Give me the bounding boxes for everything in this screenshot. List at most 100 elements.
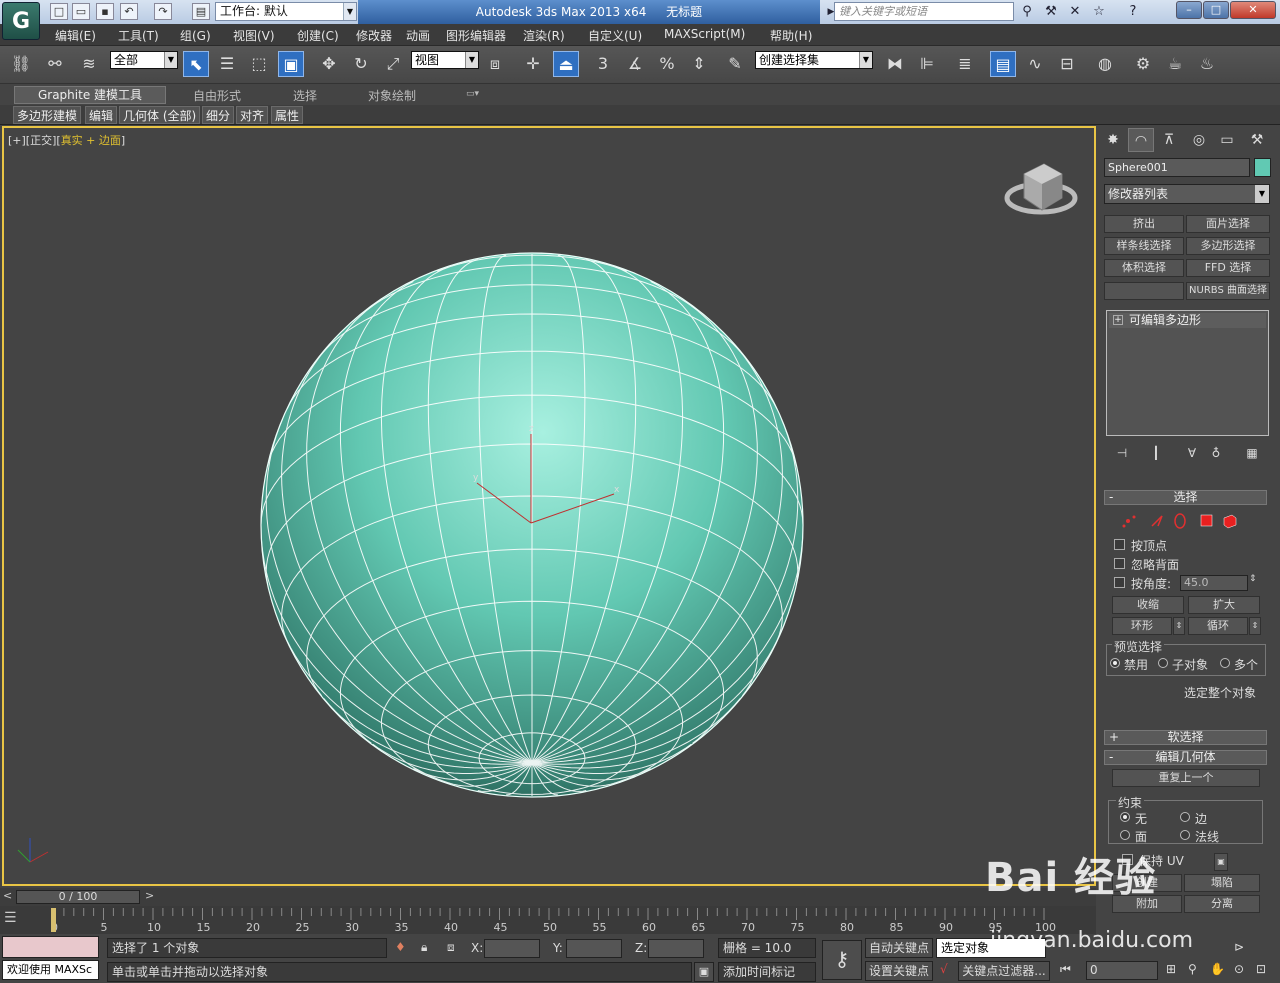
app-logo-button[interactable]: G <box>2 2 40 40</box>
select-by-name-icon[interactable]: ☰ <box>214 51 240 77</box>
angle-snap-icon[interactable]: ∡ <box>622 51 648 77</box>
patch-select-button[interactable]: 面片选择 <box>1186 215 1270 233</box>
menu-group[interactable]: 组(G) <box>180 27 211 44</box>
select-manipulate-icon[interactable]: ✛ <box>520 51 546 77</box>
by-vertex-checkbox[interactable] <box>1114 539 1125 550</box>
minimize-button[interactable]: – <box>1176 1 1202 19</box>
panel-edit[interactable]: 编辑 <box>85 106 118 124</box>
window-crossing-icon[interactable]: ▣ <box>278 51 304 77</box>
ring-spinner-icon[interactable]: ⇕ <box>1173 617 1185 635</box>
menu-tools[interactable]: 工具(T) <box>118 27 159 44</box>
percent-snap-icon[interactable]: % <box>654 51 680 77</box>
constraint-edge-radio[interactable] <box>1180 812 1190 822</box>
auto-key-button[interactable]: 自动关键点 <box>865 938 933 958</box>
menu-modifiers[interactable]: 修改器 <box>356 27 392 44</box>
pin-stack-icon[interactable]: ⊣ <box>1112 444 1132 462</box>
current-frame-input[interactable]: 0 <box>1086 961 1158 980</box>
hierarchy-tab-icon[interactable]: ⊼ <box>1156 128 1182 152</box>
configure-modifier-sets-icon[interactable]: ▦ <box>1242 444 1262 462</box>
polygon-level-icon[interactable] <box>1200 514 1213 527</box>
workspace-dropdown[interactable]: 工作台: 默认 ▼ <box>215 2 357 21</box>
bind-space-warp-icon[interactable]: ≋ <box>76 51 102 77</box>
go-to-start-icon[interactable]: ⏮ <box>1060 962 1071 977</box>
loop-spinner-icon[interactable]: ⇕ <box>1249 617 1261 635</box>
stack-item-editable-poly[interactable]: + 可编辑多边形 <box>1109 313 1266 328</box>
menu-views[interactable]: 视图(V) <box>233 27 275 44</box>
element-level-icon[interactable] <box>1223 514 1237 529</box>
curve-editor-icon[interactable]: ∿ <box>1022 51 1048 77</box>
edit-geometry-rollout-header[interactable]: - 编辑几何体 <box>1104 750 1267 765</box>
modifier-stack[interactable]: + 可编辑多边形 <box>1106 310 1269 436</box>
border-level-icon[interactable] <box>1174 513 1186 529</box>
set-key-button[interactable]: 设置关键点 <box>865 961 933 981</box>
time-slider[interactable]: < 0 / 100 > <box>0 888 1096 906</box>
display-tab-icon[interactable]: ▭ <box>1214 128 1240 152</box>
utilities-tab-icon[interactable]: ⚒ <box>1244 128 1270 152</box>
align-icon[interactable]: ⊫ <box>914 51 940 77</box>
repeat-last-button[interactable]: 重复上一个 <box>1112 769 1260 787</box>
layer-manager-icon[interactable]: ≣ <box>952 51 978 77</box>
link-icon[interactable]: ⛓ <box>8 51 34 77</box>
preview-subobject-radio[interactable] <box>1158 658 1168 668</box>
modify-tab-icon[interactable]: ◠ <box>1128 128 1154 152</box>
ribbon-options-icon[interactable]: ▭▾ <box>466 89 479 99</box>
preview-disable-radio[interactable] <box>1110 658 1120 668</box>
schematic-view-icon[interactable]: ⊟ <box>1054 51 1080 77</box>
tab-freeform[interactable]: 自由形式 <box>193 87 241 104</box>
maxscript-listener-pink[interactable] <box>2 936 99 958</box>
menu-customize[interactable]: 自定义(U) <box>588 27 642 44</box>
maximize-button[interactable]: □ <box>1203 1 1229 19</box>
constraint-none-radio[interactable] <box>1120 812 1130 822</box>
y-coord-input[interactable] <box>566 939 622 958</box>
grow-button[interactable]: 扩大 <box>1188 596 1260 614</box>
shrink-button[interactable]: 收缩 <box>1112 596 1184 614</box>
panel-subdivision[interactable]: 细分 <box>202 106 235 124</box>
time-slider-thumb[interactable]: 0 / 100 <box>16 890 140 904</box>
graphite-toggle-icon[interactable]: ▤ <box>990 51 1016 77</box>
soft-selection-rollout-header[interactable]: + 软选择 <box>1104 730 1267 745</box>
edge-level-icon[interactable] <box>1151 515 1163 527</box>
named-selection-dropdown[interactable]: 创建选择集 ▼ <box>755 51 873 69</box>
menu-graph-editors[interactable]: 图形编辑器 <box>446 27 506 44</box>
ring-button[interactable]: 环形 <box>1112 617 1172 635</box>
isolate-selection-icon[interactable]: ♦ <box>395 940 406 954</box>
constraint-normal-radio[interactable] <box>1180 830 1190 840</box>
add-time-tag-button[interactable]: 添加时间标记 <box>718 962 816 982</box>
volume-select-button[interactable]: 体积选择 <box>1104 259 1184 277</box>
empty-modifier-button[interactable] <box>1104 282 1184 300</box>
reference-coordinate-dropdown[interactable]: 视图 ▼ <box>411 51 479 69</box>
menu-maxscript[interactable]: MAXScript(M) <box>664 27 745 41</box>
rect-selection-region-icon[interactable]: ⬚ <box>246 51 272 77</box>
keyboard-shortcut-toggle-icon[interactable]: ⏏ <box>553 51 579 77</box>
maximize-viewport-icon[interactable]: ⊡ <box>1256 962 1266 976</box>
remove-modifier-icon[interactable]: ♁ <box>1206 444 1226 462</box>
menu-edit[interactable]: 编辑(E) <box>55 27 96 44</box>
expand-plus-icon[interactable]: + <box>1113 315 1123 325</box>
zoom-extents-icon[interactable]: ⊞ <box>1166 962 1176 976</box>
binoculars-icon[interactable]: ⚲ <box>1018 3 1036 21</box>
menu-rendering[interactable]: 渲染(R) <box>523 27 565 44</box>
mirror-icon[interactable]: ⧓ <box>882 51 908 77</box>
tab-object-paint[interactable]: 对象绘制 <box>368 87 416 104</box>
unlink-icon[interactable]: ⚯ <box>42 51 68 77</box>
orbit-icon[interactable]: ⊙ <box>1234 962 1244 976</box>
make-unique-icon[interactable]: ∀ <box>1182 444 1202 462</box>
angle-spinner[interactable]: 45.0 <box>1180 575 1248 591</box>
save-file-icon[interactable]: ▪ <box>96 3 114 20</box>
open-file-icon[interactable]: ▭ <box>72 3 90 20</box>
tab-graphite-modeling[interactable]: Graphite 建模工具 <box>14 86 166 104</box>
tab-selection[interactable]: 选择 <box>293 87 317 104</box>
add-time-tag-icon[interactable]: ▣ <box>694 962 714 982</box>
ffd-select-button[interactable]: FFD 选择 <box>1186 259 1270 277</box>
project-folder-icon[interactable]: ▤ <box>192 3 210 20</box>
subscription-icon[interactable]: ⚒ <box>1042 3 1060 21</box>
prev-frame-icon[interactable]: < <box>3 889 12 902</box>
selection-filter-dropdown[interactable]: 全部 ▼ <box>110 51 178 69</box>
motion-tab-icon[interactable]: ◎ <box>1186 128 1212 152</box>
menu-help[interactable]: 帮助(H) <box>770 27 812 44</box>
panel-properties[interactable]: 属性 <box>271 106 304 124</box>
spinner-arrows-icon[interactable]: ⇕ <box>1249 574 1257 584</box>
modifier-list-dropdown[interactable]: 修改器列表 ▼ <box>1104 184 1270 204</box>
select-object-icon[interactable]: ⬉ <box>183 51 209 77</box>
rendered-frame-icon[interactable]: ☕ <box>1162 51 1188 77</box>
